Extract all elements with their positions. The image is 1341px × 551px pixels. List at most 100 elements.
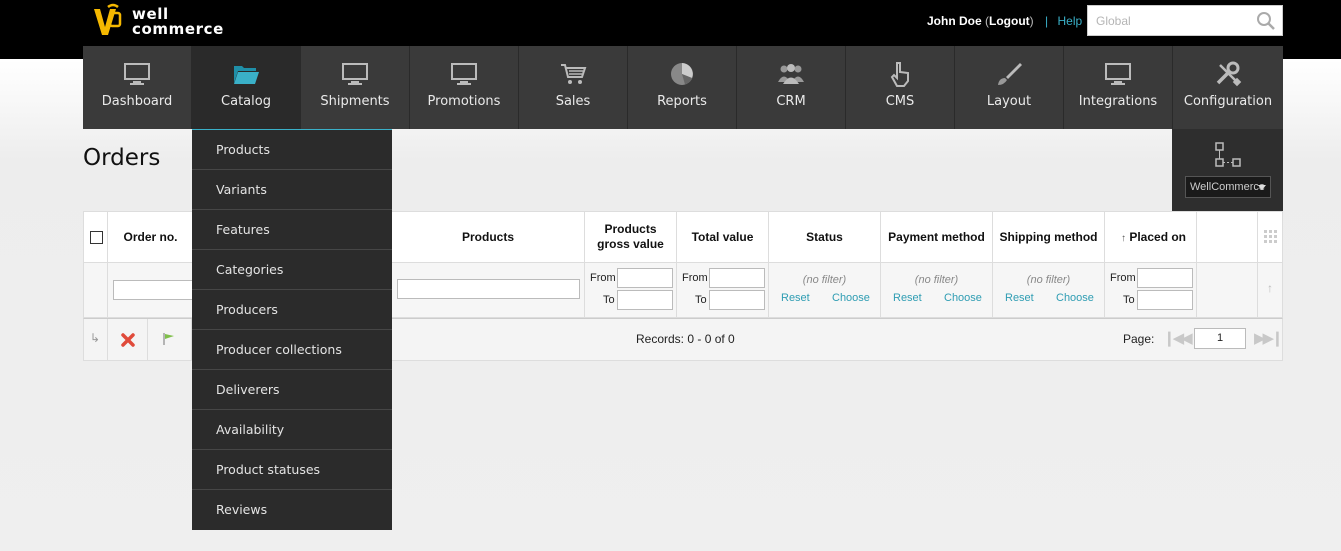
placed-filter-cell: From To	[1105, 263, 1197, 317]
to-label: To	[603, 294, 615, 306]
help-link[interactable]: Help	[1057, 14, 1082, 28]
global-search	[1087, 5, 1283, 36]
last-page-icon[interactable]: ▶▶❙	[1254, 329, 1284, 347]
header-products[interactable]: Products	[392, 212, 585, 262]
nav-catalog[interactable]: Catalog	[192, 46, 392, 131]
header-label: Shipping method	[999, 230, 1098, 244]
header-label: Payment method	[888, 230, 985, 244]
nav-label: Sales	[555, 94, 591, 109]
scroll-up-icon[interactable]: ↑	[1267, 281, 1273, 295]
nav-layout[interactable]: Layout	[955, 46, 1064, 129]
header-label: Status	[806, 230, 843, 244]
records-count: Records: 0 - 0 of 0	[636, 332, 735, 346]
nav-label: Integrations	[1078, 94, 1158, 109]
page-label: Page:	[1123, 332, 1155, 346]
to-label: To	[695, 294, 707, 306]
brush-icon	[998, 63, 1022, 85]
shipping-filter-cell: (no filter) Reset Choose	[993, 263, 1105, 317]
logo[interactable]: well commerce	[86, 3, 224, 41]
menu-item-producer-collections[interactable]: Producer collections	[192, 330, 392, 370]
header-status[interactable]: Status	[769, 212, 881, 262]
main-nav: Dashboard Catalog Shipments Promotions S…	[83, 46, 1283, 131]
nav-sales[interactable]: Sales	[519, 46, 628, 129]
view-select-value: WellCommerce	[1190, 181, 1265, 193]
header-placed-on[interactable]: ↑ Placed on	[1105, 212, 1197, 262]
folder-open-icon	[234, 66, 259, 84]
status-filter-cell: (no filter) Reset Choose	[769, 263, 881, 317]
actions-filter-cell	[1197, 263, 1258, 317]
shipping-choose-link[interactable]: Choose	[1056, 292, 1094, 304]
nav-integrations[interactable]: Integrations	[1064, 46, 1173, 129]
nav-label: Dashboard	[101, 94, 173, 109]
total-to-input[interactable]	[709, 290, 765, 310]
total-from-input[interactable]	[709, 268, 765, 288]
footer-spacer	[84, 319, 108, 360]
placed-to-input[interactable]	[1137, 290, 1193, 310]
nav-label: Shipments	[320, 94, 390, 109]
user-bar: John Doe (Logout) | Help	[927, 14, 1082, 28]
header-gross-value[interactable]: Products gross value	[585, 212, 677, 262]
header-label-placed: ↑ Placed on	[1105, 230, 1196, 246]
no-filter-text: (no filter)	[914, 274, 959, 286]
logo-text: well commerce	[132, 7, 224, 37]
logo-icon	[94, 3, 122, 35]
header-shipping-method[interactable]: Shipping method	[993, 212, 1105, 262]
nav-label: Catalog	[221, 94, 271, 109]
gross-to-input[interactable]	[617, 290, 673, 310]
sort-up-icon: ↑	[1120, 233, 1126, 244]
page-title: Orders	[83, 145, 161, 171]
menu-item-products[interactable]: Products	[192, 130, 392, 170]
status-reset-link[interactable]: Reset	[781, 292, 810, 304]
menu-item-features[interactable]: Features	[192, 210, 392, 250]
hand-pointer-icon	[890, 62, 909, 87]
paren-close: )	[1029, 14, 1034, 28]
search-input[interactable]	[1088, 6, 1248, 35]
cart-icon	[561, 64, 587, 84]
header-total-value[interactable]: Total value	[677, 212, 769, 262]
menu-item-product-statuses[interactable]: Product statuses	[192, 450, 392, 490]
nav-cms[interactable]: CMS	[846, 46, 955, 129]
total-filter-cell: From To	[677, 263, 769, 317]
menu-item-variants[interactable]: Variants	[192, 170, 392, 210]
nav-promotions[interactable]: Promotions	[410, 46, 519, 129]
menu-item-producers[interactable]: Producers	[192, 290, 392, 330]
gross-from-input[interactable]	[617, 268, 673, 288]
order-no-filter[interactable]	[113, 280, 203, 300]
menu-item-availability[interactable]: Availability	[192, 410, 392, 450]
select-all-checkbox[interactable]	[90, 231, 103, 244]
user-name: John Doe	[927, 14, 982, 28]
placed-from-input[interactable]	[1137, 268, 1193, 288]
header-label: Products	[461, 230, 514, 244]
header-label-line2: gross value	[597, 237, 664, 251]
header-payment-method[interactable]: Payment method	[881, 212, 993, 262]
nav-label: CMS	[885, 94, 915, 109]
view-select[interactable]: WellCommerce	[1185, 176, 1271, 198]
pie-chart-icon	[671, 63, 693, 85]
gross-filter-cell: From To	[585, 263, 677, 317]
shipping-reset-link[interactable]: Reset	[1005, 292, 1034, 304]
filter-spacer	[84, 263, 108, 317]
search-icon[interactable]	[1256, 11, 1276, 31]
menu-item-categories[interactable]: Categories	[192, 250, 392, 290]
footer-delete-cell	[108, 319, 148, 360]
header-order-no[interactable]: Order no.	[108, 212, 194, 262]
page-number-input[interactable]: 1	[1194, 328, 1246, 349]
first-page-icon[interactable]: ❙◀◀	[1163, 329, 1193, 347]
nav-crm[interactable]: CRM	[737, 46, 846, 129]
nav-reports[interactable]: Reports	[628, 46, 737, 129]
nav-configuration[interactable]: Configuration	[1173, 46, 1283, 129]
sitemap-icon	[1215, 142, 1241, 167]
nav-dashboard[interactable]: Dashboard	[83, 46, 192, 129]
menu-item-reviews[interactable]: Reviews	[192, 490, 392, 530]
nav-shipments[interactable]: Shipments	[301, 46, 410, 129]
logout-link[interactable]: Logout	[989, 14, 1030, 28]
from-label: From	[1110, 272, 1136, 284]
nav-label: Promotions	[427, 94, 501, 109]
payment-choose-link[interactable]: Choose	[944, 292, 982, 304]
header-label: Order no.	[123, 230, 178, 244]
logo-text-line2: commerce	[132, 20, 224, 38]
payment-reset-link[interactable]: Reset	[893, 292, 922, 304]
status-choose-link[interactable]: Choose	[832, 292, 870, 304]
column-settings-icon[interactable]	[1264, 230, 1277, 243]
menu-item-deliverers[interactable]: Deliverers	[192, 370, 392, 410]
